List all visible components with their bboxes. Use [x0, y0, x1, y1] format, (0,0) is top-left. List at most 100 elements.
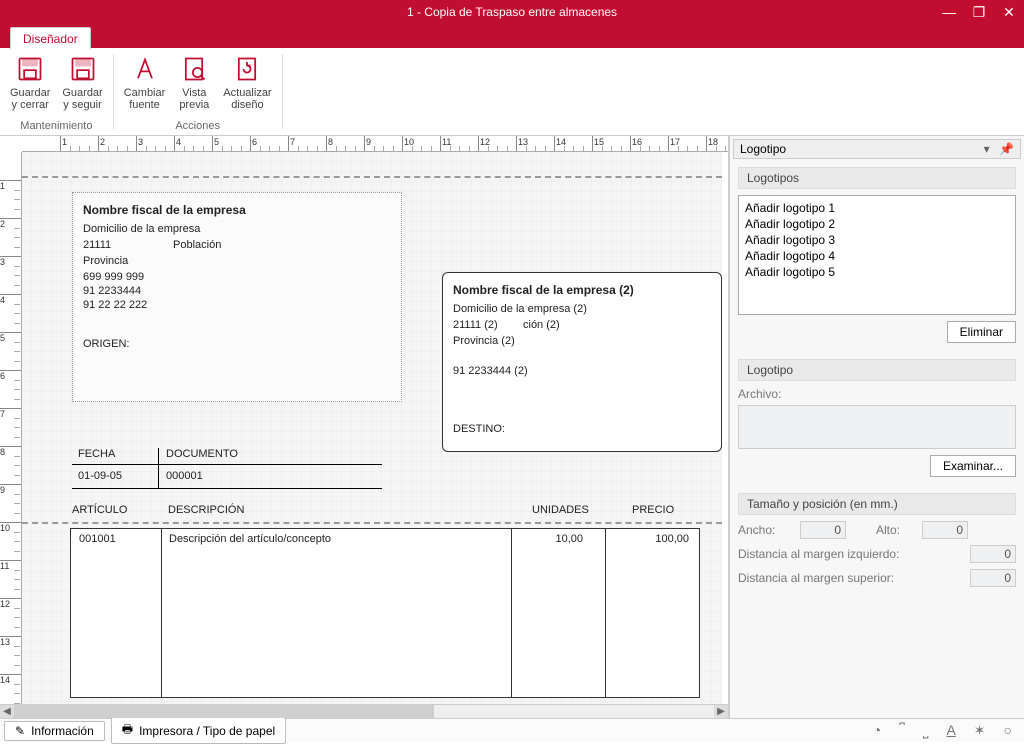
examinar-button[interactable]: Examinar...: [930, 455, 1016, 477]
col-descripcion[interactable]: DESCRIPCIÓN: [168, 504, 244, 516]
dest-label[interactable]: DESTINO:: [453, 423, 505, 435]
col-unidades[interactable]: UNIDADES: [532, 504, 589, 516]
origin-province[interactable]: Provincia: [83, 255, 128, 267]
change-font-button[interactable]: Cambiarfuente: [118, 50, 172, 111]
printer-icon: 🖶: [122, 720, 133, 741]
ruler-horizontal: 123456789101112131415161718: [22, 136, 728, 152]
dist-sup-label: Distancia al margen superior:: [738, 571, 964, 585]
pin-icon[interactable]: 📌: [999, 142, 1014, 156]
detail-block[interactable]: 001001 Descripción del artículo/concepto…: [70, 528, 700, 698]
side-panel-header[interactable]: Logotipo ▾ 📌: [733, 139, 1021, 159]
minimize-button[interactable]: —: [934, 0, 964, 24]
origin-block[interactable]: Nombre fiscal de la empresa Domicilio de…: [72, 192, 402, 402]
info-icon: ✎: [15, 724, 25, 738]
ribbon-group-acciones: Cambiarfuente Vistaprevia Actualizardise…: [114, 48, 282, 135]
tab-designer[interactable]: Diseñador: [10, 27, 91, 49]
origin-zip[interactable]: 21111: [83, 239, 111, 251]
refresh-icon: [231, 53, 263, 85]
window-title: 1 - Copia de Traspaso entre almacenes: [407, 5, 617, 19]
list-item[interactable]: Añadir logotipo 4: [743, 248, 1011, 264]
logotipos-title: Logotipos: [738, 167, 1016, 189]
printer-button[interactable]: 🖶 Impresora / Tipo de papel: [111, 717, 286, 744]
dest-phone[interactable]: 91 2233444 (2): [453, 365, 528, 377]
ribbon-group-mantenimiento: Guardary cerrar Guardary seguir Mantenim…: [0, 48, 113, 135]
dest-province[interactable]: Provincia (2): [453, 335, 515, 347]
dest-zip[interactable]: 21111 (2): [453, 319, 498, 331]
horizontal-scrollbar[interactable]: ◀ ▶: [0, 704, 728, 718]
archivo-label: Archivo:: [738, 387, 781, 401]
cell-precio[interactable]: 100,00: [655, 533, 689, 545]
dest-company-name[interactable]: Nombre fiscal de la empresa (2): [453, 283, 634, 297]
dest-city[interactable]: ción (2): [523, 319, 560, 331]
tamano-title: Tamaño y posición (en mm.): [738, 493, 1016, 515]
align-bottom-icon[interactable]: ⎵: [923, 722, 929, 739]
ancho-input[interactable]: [800, 521, 846, 539]
ribbon: Guardary cerrar Guardary seguir Mantenim…: [0, 48, 1024, 136]
cell-articulo[interactable]: 001001: [79, 533, 116, 545]
palette-icon[interactable]: ◔: [873, 722, 881, 739]
ribbon-group-label: Acciones: [118, 118, 278, 135]
window-controls: — ❐ ✕: [934, 0, 1024, 24]
dist-izq-label: Distancia al margen izquierdo:: [738, 547, 964, 561]
design-canvas[interactable]: Nombre fiscal de la empresa Domicilio de…: [22, 152, 722, 704]
logotipo-title: Logotipo: [738, 359, 1016, 381]
dropdown-icon[interactable]: ▾: [984, 142, 990, 156]
cell-descripcion[interactable]: Descripción del artículo/concepto: [169, 533, 331, 545]
origin-city[interactable]: Población: [173, 239, 221, 251]
dist-izq-input[interactable]: [970, 545, 1016, 563]
info-button[interactable]: ✎ Información: [4, 721, 105, 741]
dist-sup-input[interactable]: [970, 569, 1016, 587]
save-continue-button[interactable]: Guardary seguir: [56, 50, 108, 111]
ancho-label: Ancho:: [738, 523, 794, 537]
title-bar: 1 - Copia de Traspaso entre almacenes — …: [0, 0, 1024, 24]
save-close-button[interactable]: Guardary cerrar: [4, 50, 56, 111]
origin-phone3[interactable]: 91 22 22 222: [83, 299, 147, 311]
list-item[interactable]: Añadir logotipo 2: [743, 216, 1011, 232]
date-label[interactable]: FECHA: [78, 448, 115, 460]
alto-input[interactable]: [922, 521, 968, 539]
work-area: 123456789101112131415161718 123456789101…: [0, 136, 1024, 718]
date-value[interactable]: 01-09-05: [78, 470, 122, 482]
origin-address[interactable]: Domicilio de la empresa: [83, 223, 200, 235]
side-panel-title: Logotipo: [740, 142, 786, 156]
strike-icon[interactable]: ✶: [974, 722, 986, 739]
logotipos-listbox[interactable]: Añadir logotipo 1Añadir logotipo 2Añadir…: [738, 195, 1016, 315]
col-articulo[interactable]: ARTÍCULO: [72, 504, 127, 516]
archivo-field[interactable]: [738, 405, 1016, 449]
maximize-button[interactable]: ❐: [964, 0, 994, 24]
side-panel: Logotipo ▾ 📌 Logotipos Añadir logotipo 1…: [729, 136, 1024, 718]
status-tool-icons: ◔ ⎴ ⎵ A ✶ ○: [873, 722, 1020, 739]
doc-value[interactable]: 000001: [166, 470, 203, 482]
eliminar-button[interactable]: Eliminar: [947, 321, 1016, 343]
text-style-icon[interactable]: A: [946, 722, 955, 739]
doc-label[interactable]: DOCUMENTO: [166, 448, 238, 460]
status-bar: ✎ Información 🖶 Impresora / Tipo de pape…: [0, 718, 1024, 742]
design-panel: 123456789101112131415161718 123456789101…: [0, 136, 729, 718]
tab-strip: Diseñador: [0, 24, 1024, 48]
alto-label: Alto:: [876, 523, 916, 537]
save-close-icon: [14, 53, 46, 85]
origin-label[interactable]: ORIGEN:: [83, 338, 129, 350]
origin-company-name[interactable]: Nombre fiscal de la empresa: [83, 203, 246, 217]
ruler-vertical: 1234567891011121314: [0, 152, 22, 704]
preview-button[interactable]: Vistaprevia: [171, 50, 217, 111]
list-item[interactable]: Añadir logotipo 1: [743, 200, 1011, 216]
list-item[interactable]: Añadir logotipo 3: [743, 232, 1011, 248]
scroll-right-icon[interactable]: ▶: [714, 705, 728, 718]
scroll-left-icon[interactable]: ◀: [0, 705, 14, 718]
save-continue-icon: [67, 53, 99, 85]
cell-unidades[interactable]: 10,00: [555, 533, 583, 545]
destination-block[interactable]: Nombre fiscal de la empresa (2) Domicili…: [442, 272, 722, 452]
circle-icon[interactable]: ○: [1004, 722, 1012, 739]
font-icon: [129, 53, 161, 85]
origin-phone1[interactable]: 699 999 999: [83, 271, 144, 283]
canvas-scroll[interactable]: Nombre fiscal de la empresa Domicilio de…: [22, 152, 728, 704]
col-precio[interactable]: PRECIO: [632, 504, 674, 516]
dest-address[interactable]: Domicilio de la empresa (2): [453, 303, 587, 315]
refresh-design-button[interactable]: Actualizardiseño: [217, 50, 277, 111]
list-item[interactable]: Añadir logotipo 5: [743, 264, 1011, 280]
preview-icon: [178, 53, 210, 85]
align-top-icon[interactable]: ⎴: [899, 722, 905, 739]
origin-phone2[interactable]: 91 2233444: [83, 285, 141, 297]
close-button[interactable]: ✕: [994, 0, 1024, 24]
